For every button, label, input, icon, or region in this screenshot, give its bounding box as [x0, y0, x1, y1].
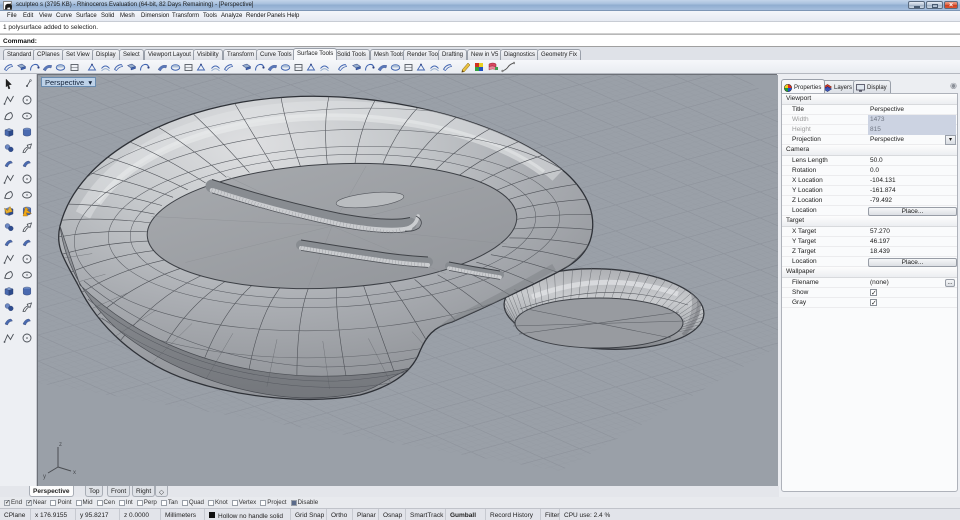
- svg-text:y: y: [43, 474, 46, 480]
- svg-text:z: z: [59, 442, 62, 448]
- svg-text:x: x: [73, 470, 76, 476]
